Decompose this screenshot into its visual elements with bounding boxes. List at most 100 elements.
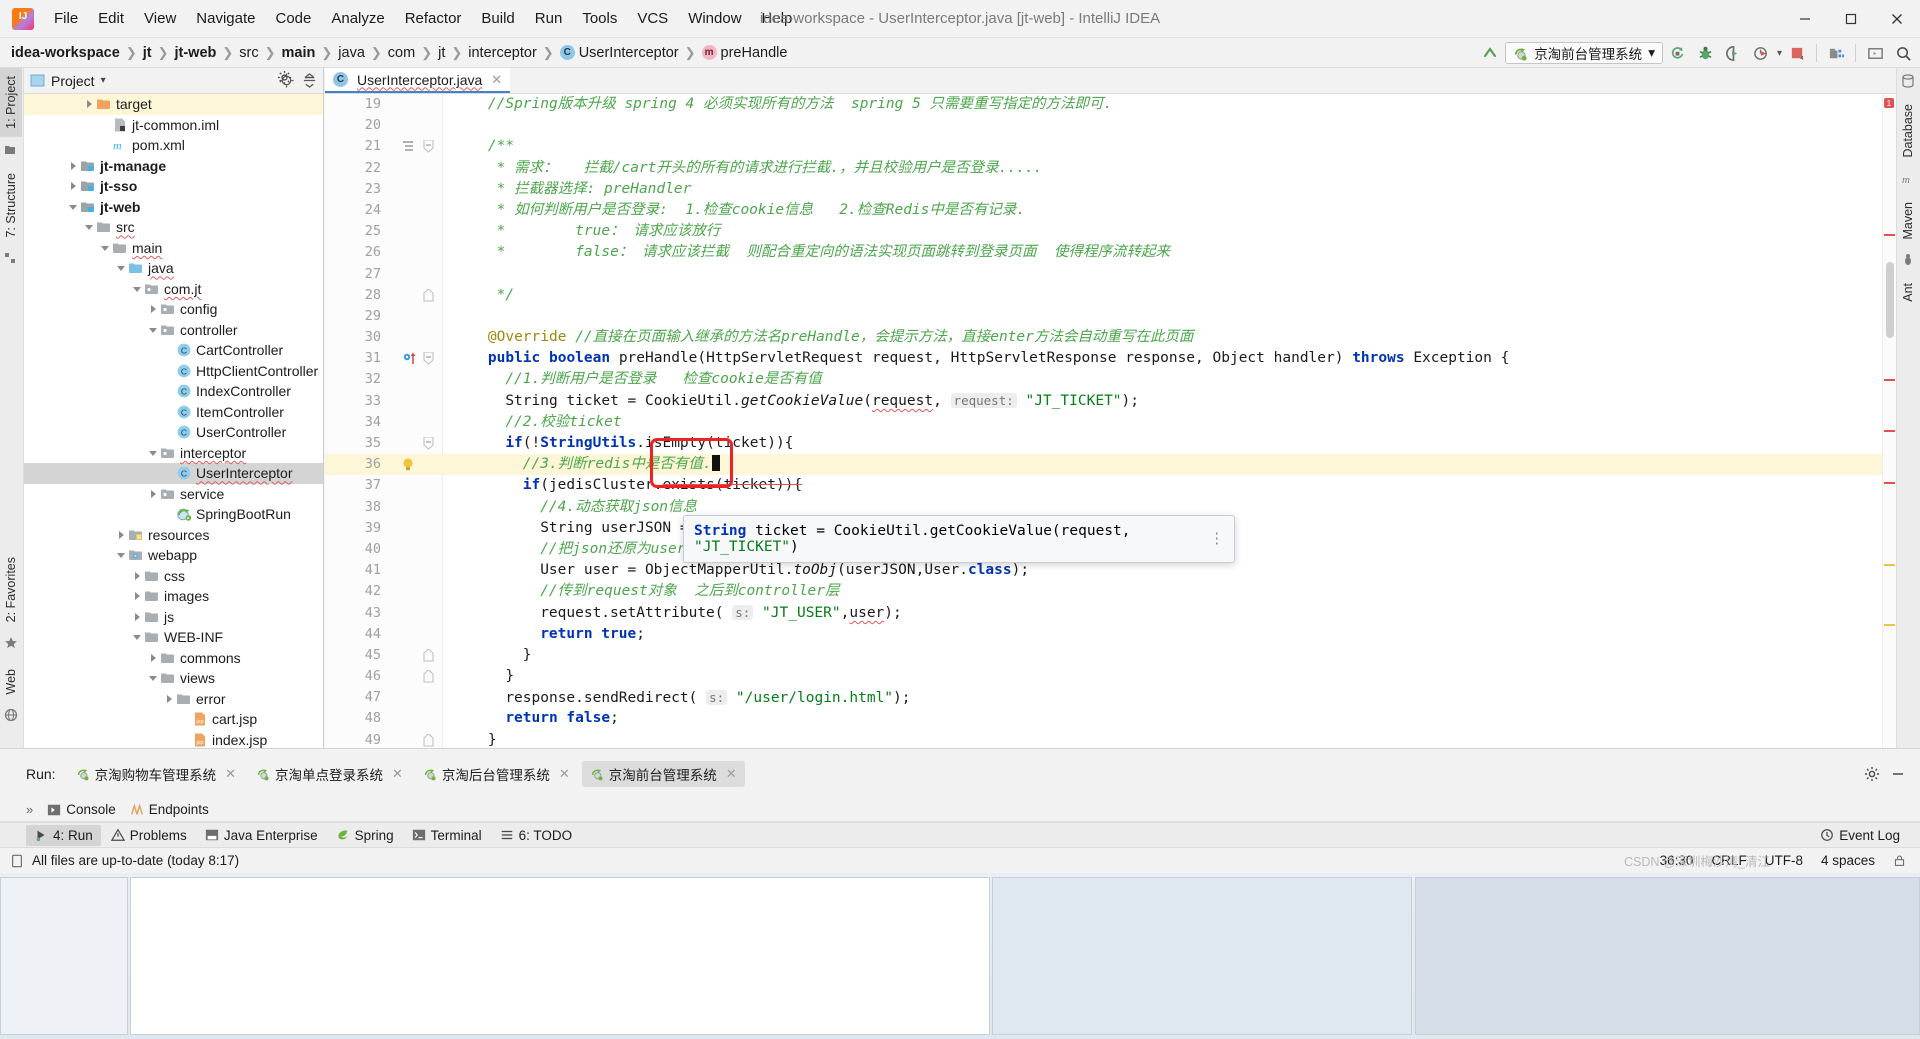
menu-refactor[interactable]: Refactor [395,6,472,31]
tree-item-js[interactable]: js [24,607,323,628]
tree-item-httpclientcontroller[interactable]: C HttpClientController [24,361,323,382]
gutter-marks[interactable] [385,666,441,687]
menu-navigate[interactable]: Navigate [186,6,265,31]
breadcrumb-jt[interactable]: jt [140,43,155,63]
tree-twisty-open-icon[interactable] [148,324,160,336]
editor-marker-bar[interactable]: 1 [1882,94,1896,748]
editor-tab-userinterceptor[interactable]: C UserInterceptor.java ✕ [325,68,511,93]
lock-icon[interactable] [1893,854,1906,867]
gear-icon[interactable] [1864,766,1880,782]
tree-item-resources[interactable]: resources [24,525,323,546]
close-icon[interactable]: ✕ [559,766,570,782]
chevron-down-icon[interactable]: ▾ [1777,48,1782,59]
bottom-item-spring[interactable]: Spring [328,825,402,846]
close-icon[interactable]: ✕ [726,766,737,782]
tree-item-com-jt[interactable]: com.jt [24,279,323,300]
menu-file[interactable]: File [44,6,88,31]
editor-scrollbar-thumb[interactable] [1886,262,1894,338]
code-line[interactable]: 49} [325,730,1896,748]
bottom-item-run[interactable]: 4: Run [26,824,101,846]
tree-twisty-closed-icon[interactable] [132,611,144,623]
code-line[interactable]: 20 [325,115,1896,136]
gutter-marks[interactable] [385,539,441,560]
code-line[interactable]: 24 * 如何判断用户是否登录: 1.检查cookie信息 2.检查Redis中… [325,200,1896,221]
editor-body[interactable]: 19 //Spring版本升级 spring 4 必须实现所有的方法 spring… [325,94,1896,748]
tree-item-css[interactable]: css [24,566,323,587]
gutter-marks[interactable] [385,391,441,412]
tree-item-commons[interactable]: commons [24,648,323,669]
code-line[interactable]: 21 /** [325,136,1896,157]
tree-twisty-closed-icon[interactable] [148,303,160,315]
terminal-icon[interactable] [1862,41,1888,65]
code-line[interactable]: 34 //2.校验ticket [325,412,1896,433]
gutter-marks[interactable] [385,94,441,115]
tree-twisty-closed-icon[interactable] [116,529,128,541]
code-line[interactable]: 36 //3.判断redis中是否有值. [325,454,1896,476]
tree-item-jt-manage[interactable]: jt-manage [24,156,323,177]
documentation-popup[interactable]: String ticket = CookieUtil.getCookieValu… [683,515,1235,563]
code-line[interactable]: 35 if(!StringUtils.isEmpty(ticket)){ [325,433,1896,454]
error-marker[interactable] [1884,234,1895,236]
gutter-marks[interactable] [385,158,441,179]
bottom-item-todo[interactable]: 6: TODO [492,825,581,846]
breadcrumb-jt-web[interactable]: jt-web [171,43,219,63]
gutter-marks[interactable] [385,730,441,748]
menu-code[interactable]: Code [265,6,321,31]
tree-item-usercontroller[interactable]: C UserController [24,422,323,443]
code-line[interactable]: 46} [325,666,1896,687]
run-tab-web[interactable]: 京淘前台管理系统 ✕ [581,760,745,787]
menu-run[interactable]: Run [525,6,573,31]
tree-twisty-open-icon[interactable] [116,262,128,274]
breadcrumb-jt-pkg[interactable]: jt [435,43,448,63]
subtab-console[interactable]: Console [47,802,116,817]
gutter-marks[interactable] [385,264,441,285]
menu-help[interactable]: Help [752,6,803,31]
gutter-marks[interactable] [385,454,441,475]
tree-item-indexcontroller[interactable]: C IndexController [24,381,323,402]
error-marker[interactable] [1884,379,1895,381]
warning-marker[interactable] [1884,564,1895,566]
expand-icon[interactable]: » [26,802,33,817]
breadcrumb-idea-workspace[interactable]: idea-workspace [8,43,123,63]
debug-icon[interactable] [1693,41,1719,65]
tree-item-config[interactable]: config [24,299,323,320]
tree-item-jt-sso[interactable]: jt-sso [24,176,323,197]
gutter-marks[interactable] [385,645,441,666]
tree-twisty-open-icon[interactable] [148,672,160,684]
tree-item-target[interactable]: target [24,94,323,115]
tree-twisty-open-icon[interactable] [148,447,160,459]
breadcrumb-interceptor[interactable]: interceptor [465,43,540,63]
gutter-marks[interactable] [385,433,441,454]
project-structure-icon[interactable] [1823,41,1849,65]
gutter-marks[interactable] [385,624,441,645]
code-line[interactable]: 37 if(jedisCluster.exists(ticket)){ [325,475,1896,496]
tree-item-controller[interactable]: controller [24,320,323,341]
breadcrumb-java[interactable]: java [335,43,368,63]
gutter-marks[interactable] [385,200,441,221]
tree-item-service[interactable]: service [24,484,323,505]
sidebar-item-structure[interactable]: 7: Structure [0,165,22,246]
gutter-marks[interactable] [385,581,441,602]
code-line[interactable]: 27 [325,264,1896,285]
gutter-marks[interactable] [385,285,441,306]
tree-item-error[interactable]: error [24,689,323,710]
code-line[interactable]: 22 * 需求： 拦截/cart开头的所有的请求进行拦截.，并且校验用户是否登录… [325,158,1896,179]
tree-item-web-inf[interactable]: WEB-INF [24,627,323,648]
run-with-coverage-icon[interactable] [1721,41,1747,65]
tree-twisty-closed-icon[interactable] [68,180,80,192]
profiler-icon[interactable] [1749,41,1775,65]
code-line[interactable]: 43 request.setAttribute( s: "JT_USER",use… [325,603,1896,624]
menu-analyze[interactable]: Analyze [321,6,394,31]
tree-twisty-closed-icon[interactable] [132,590,144,602]
gear-icon[interactable] [277,70,292,85]
tree-twisty-closed-icon[interactable] [84,98,96,110]
code-line[interactable]: 47 response.sendRedirect( s: "/user/login… [325,687,1896,708]
caret-position[interactable]: 36:30 [1660,853,1694,868]
breadcrumb-com[interactable]: com [385,43,418,63]
tree-twisty-open-icon[interactable] [84,221,96,233]
code-line[interactable]: 45} [325,645,1896,666]
gutter-marks[interactable] [385,179,441,200]
tree-item-cart-jsp[interactable]: jsp cart.jsp [24,709,323,730]
error-marker[interactable] [1884,430,1895,432]
tree-twisty-open-icon[interactable] [68,201,80,213]
